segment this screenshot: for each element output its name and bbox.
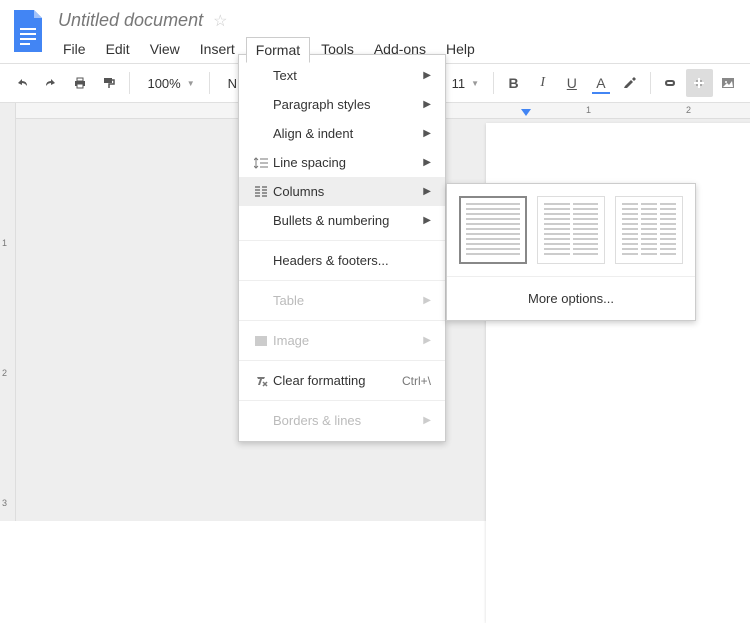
- shortcut: Ctrl+\: [402, 374, 431, 388]
- menu-label: Line spacing: [273, 155, 423, 170]
- ruler-tick: 2: [2, 368, 7, 378]
- chevron-right-icon: ▶: [423, 157, 431, 168]
- columns-option-3[interactable]: [615, 196, 683, 264]
- menu-format[interactable]: Format: [246, 37, 310, 63]
- columns-submenu: More options...: [446, 183, 696, 321]
- star-icon[interactable]: ☆: [213, 11, 227, 31]
- underline-button[interactable]: U: [558, 69, 585, 97]
- font-size-select[interactable]: 11 ▼: [440, 69, 487, 97]
- format-text[interactable]: Text▶: [239, 61, 445, 90]
- separator: [493, 72, 494, 94]
- chevron-down-icon: ▼: [187, 79, 195, 88]
- chevron-right-icon: ▶: [423, 415, 431, 426]
- separator: [239, 320, 445, 321]
- redo-button[interactable]: [37, 69, 64, 97]
- insert-image-button[interactable]: [715, 69, 742, 97]
- menu-label: Columns: [273, 184, 423, 199]
- chevron-right-icon: ▶: [423, 186, 431, 197]
- line-spacing-icon: [249, 156, 273, 170]
- clear-format-icon: [249, 374, 273, 388]
- format-line-spacing[interactable]: Line spacing▶: [239, 148, 445, 177]
- format-dropdown: Text▶ Paragraph styles▶ Align & indent▶ …: [238, 54, 446, 442]
- menu-label: Table: [273, 293, 423, 308]
- zoom-value: 100%: [147, 76, 180, 91]
- menu-label: Text: [273, 68, 423, 83]
- separator: [650, 72, 651, 94]
- docs-app-icon[interactable]: [10, 8, 46, 54]
- italic-button[interactable]: I: [529, 69, 556, 97]
- chevron-right-icon: ▶: [423, 335, 431, 346]
- columns-more-options[interactable]: More options...: [447, 277, 695, 320]
- styles-select[interactable]: N: [216, 69, 236, 97]
- format-clear-formatting[interactable]: Clear formattingCtrl+\: [239, 366, 445, 395]
- format-align-indent[interactable]: Align & indent▶: [239, 119, 445, 148]
- paint-format-button[interactable]: [95, 69, 122, 97]
- bold-button[interactable]: B: [500, 69, 527, 97]
- add-comment-button[interactable]: [686, 69, 713, 97]
- chevron-right-icon: ▶: [423, 70, 431, 81]
- vertical-ruler[interactable]: 1 2 3: [0, 103, 16, 521]
- separator: [129, 72, 130, 94]
- columns-option-1[interactable]: [459, 196, 527, 264]
- font-size-value: 11: [452, 76, 466, 91]
- chevron-right-icon: ▶: [423, 99, 431, 110]
- separator: [209, 72, 210, 94]
- styles-value: N: [228, 76, 237, 91]
- chevron-down-icon: ▼: [471, 79, 479, 88]
- menu-label: Headers & footers...: [273, 253, 431, 268]
- format-columns[interactable]: Columns▶: [239, 177, 445, 206]
- format-headers-footers[interactable]: Headers & footers...: [239, 246, 445, 275]
- format-image: Image▶: [239, 326, 445, 355]
- separator: [239, 280, 445, 281]
- separator: [239, 240, 445, 241]
- menu-label: Borders & lines: [273, 413, 423, 428]
- separator: [239, 400, 445, 401]
- menu-insert[interactable]: Insert: [191, 37, 244, 63]
- menu-label: Align & indent: [273, 126, 423, 141]
- print-button[interactable]: [66, 69, 93, 97]
- menu-label: Bullets & numbering: [273, 213, 423, 228]
- ruler-tick: 1: [586, 105, 591, 115]
- image-icon: [249, 334, 273, 348]
- separator: [239, 360, 445, 361]
- ruler-tick: 1: [2, 238, 7, 248]
- menu-label: Clear formatting: [273, 373, 402, 388]
- insert-link-button[interactable]: [657, 69, 684, 97]
- chevron-right-icon: ▶: [423, 295, 431, 306]
- columns-option-2[interactable]: [537, 196, 605, 264]
- chevron-right-icon: ▶: [423, 128, 431, 139]
- format-table: Table▶: [239, 286, 445, 315]
- undo-button[interactable]: [8, 69, 35, 97]
- menu-edit[interactable]: Edit: [97, 37, 139, 63]
- format-borders-lines: Borders & lines▶: [239, 406, 445, 435]
- menu-label: Image: [273, 333, 423, 348]
- format-bullets-numbering[interactable]: Bullets & numbering▶: [239, 206, 445, 235]
- format-paragraph-styles[interactable]: Paragraph styles▶: [239, 90, 445, 119]
- menu-label: Paragraph styles: [273, 97, 423, 112]
- columns-icon: [249, 185, 273, 199]
- menu-file[interactable]: File: [54, 37, 95, 63]
- text-color-button[interactable]: A: [587, 69, 614, 97]
- indent-marker[interactable]: [521, 109, 531, 116]
- ruler-tick: 3: [2, 498, 7, 508]
- document-title[interactable]: Untitled document: [54, 8, 207, 33]
- zoom-select[interactable]: 100% ▼: [135, 69, 202, 97]
- menu-view[interactable]: View: [141, 37, 189, 63]
- ruler-tick: 2: [686, 105, 691, 115]
- highlight-button[interactable]: [617, 69, 644, 97]
- chevron-right-icon: ▶: [423, 215, 431, 226]
